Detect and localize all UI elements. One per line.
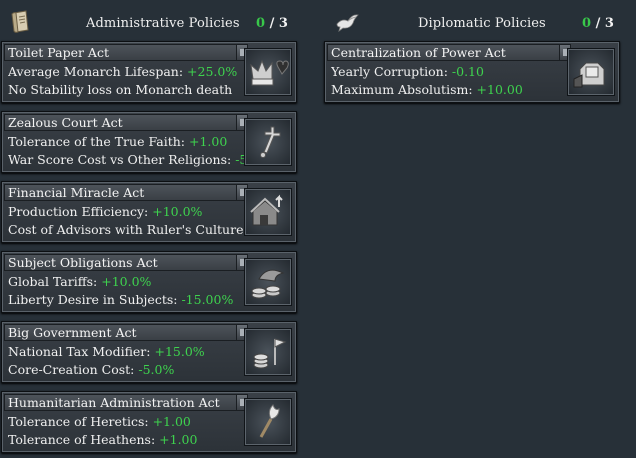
dove-icon bbox=[334, 10, 360, 34]
policy-card-centralization-of-power-act[interactable]: Centralization of Power Act Yearly Corru… bbox=[324, 41, 620, 103]
diplo-policies-title: Diplomatic Policies bbox=[418, 16, 546, 31]
workshop-icon bbox=[244, 188, 292, 236]
policy-title: Zealous Court Act bbox=[4, 114, 244, 131]
admin-policies-header: Administrative Policies 0 / 3 bbox=[0, 6, 300, 38]
policy-effect: Cost of Advisors with Ruler's Culture: .… bbox=[8, 222, 248, 237]
policy-effect: Core-Creation Cost: -5.0% bbox=[8, 362, 175, 377]
policy-card-zealous-court-act[interactable]: Zealous Court Act Tolerance of the True … bbox=[1, 111, 297, 173]
policy-card-big-government-act[interactable]: Big Government Act National Tax Modifier… bbox=[1, 321, 297, 383]
policy-title: Humanitarian Administration Act bbox=[4, 394, 244, 411]
torch-icon bbox=[244, 398, 292, 446]
diplo-policies-count: 0 / 3 bbox=[582, 16, 614, 31]
policy-card-humanitarian-administration-act[interactable]: Humanitarian Administration Act Toleranc… bbox=[1, 391, 297, 453]
policy-title: Toilet Paper Act bbox=[4, 44, 244, 61]
throne-icon bbox=[567, 48, 615, 96]
policy-effect: Production Efficiency: +10.0% bbox=[8, 204, 203, 219]
crown-heart-icon bbox=[244, 48, 292, 96]
policy-title: Subject Obligations Act bbox=[4, 254, 244, 271]
policy-card-toilet-paper-act[interactable]: Toilet Paper Act Average Monarch Lifespa… bbox=[1, 41, 297, 103]
policy-card-financial-miracle-act[interactable]: Financial Miracle Act Production Efficie… bbox=[1, 181, 297, 243]
coins-flag-icon bbox=[244, 328, 292, 376]
cross-icon bbox=[244, 118, 292, 166]
policy-effect: Global Tariffs: +10.0% bbox=[8, 274, 152, 289]
policy-effect: Yearly Corruption: -0.10 bbox=[331, 64, 484, 79]
policy-effect: Maximum Absolutism: +10.00 bbox=[331, 82, 523, 97]
policy-effect: Tolerance of Heretics: +1.00 bbox=[8, 414, 191, 429]
policy-title: Financial Miracle Act bbox=[4, 184, 244, 201]
admin-policies-title: Administrative Policies bbox=[86, 16, 240, 31]
policy-title: Centralization of Power Act bbox=[327, 44, 567, 61]
policy-effect: Tolerance of the True Faith: +1.00 bbox=[8, 134, 228, 149]
policy-effect: War Score Cost vs Other Religions: -5.0% bbox=[8, 152, 248, 167]
policy-effect: Average Monarch Lifespan: +25.0% bbox=[8, 64, 238, 79]
policy-effect: Tolerance of Heathens: +1.00 bbox=[8, 432, 198, 447]
policy-title: Big Government Act bbox=[4, 324, 244, 341]
scroll-icon bbox=[8, 10, 34, 34]
policy-effect: National Tax Modifier: +15.0% bbox=[8, 344, 205, 359]
admin-policies-count: 0 / 3 bbox=[256, 16, 288, 31]
diplo-policies-header: Diplomatic Policies 0 / 3 bbox=[322, 6, 632, 38]
policy-effect: Liberty Desire in Subjects: -15.00% bbox=[8, 292, 234, 307]
coins-hat-icon bbox=[244, 258, 292, 306]
policy-effect: No Stability loss on Monarch death bbox=[8, 82, 233, 97]
policy-card-subject-obligations-act[interactable]: Subject Obligations Act Global Tariffs: … bbox=[1, 251, 297, 313]
